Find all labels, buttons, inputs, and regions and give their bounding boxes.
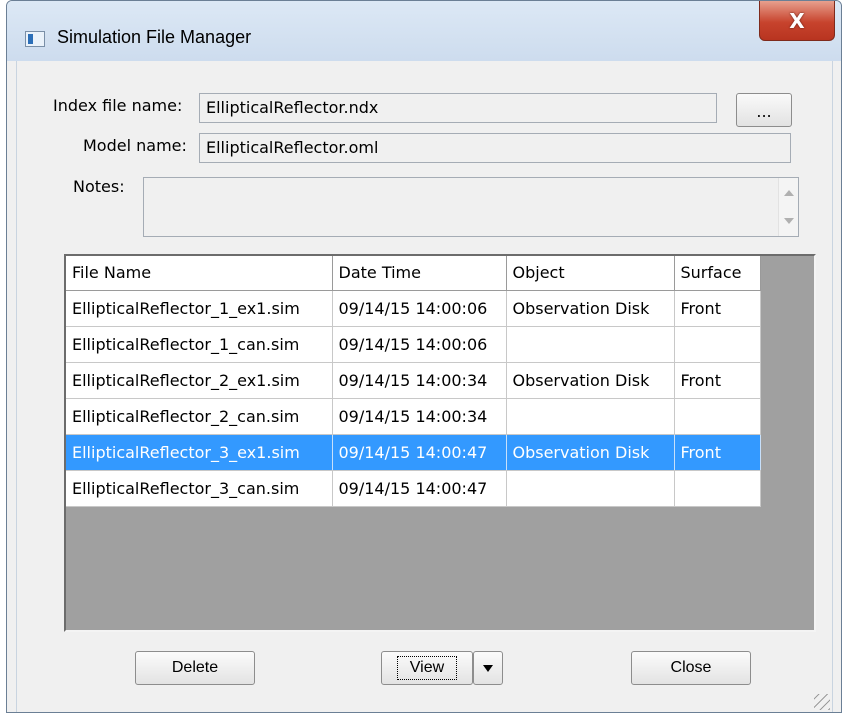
title-bar[interactable]: Simulation File Manager X — [7, 1, 841, 61]
close-button[interactable]: Close — [631, 651, 751, 685]
column-header-object[interactable]: Object — [506, 256, 675, 291]
cell-date-time: 09/14/15 14:00:34 — [332, 362, 507, 399]
cell-file-name: EllipticalReflector_1_ex1.sim — [66, 290, 333, 327]
cell-file-name: EllipticalReflector_2_ex1.sim — [66, 362, 333, 399]
table-row[interactable]: EllipticalReflector_1_can.sim 09/14/15 1… — [66, 326, 761, 363]
cell-object — [506, 326, 675, 363]
cell-object: Observation Disk — [506, 290, 675, 327]
column-header-date-time[interactable]: Date Time — [332, 256, 507, 291]
cell-surface: Front — [674, 290, 761, 327]
table-row-selected[interactable]: EllipticalReflector_3_ex1.sim 09/14/15 1… — [66, 434, 761, 471]
arrow-down-icon[interactable] — [784, 218, 794, 224]
cell-surface: Front — [674, 362, 761, 399]
cell-object: Observation Disk — [506, 434, 675, 471]
window-title: Simulation File Manager — [57, 27, 252, 47]
cell-surface: Front — [674, 434, 761, 471]
cell-surface — [674, 470, 761, 507]
table-body: EllipticalReflector_1_ex1.sim 09/14/15 1… — [66, 290, 761, 507]
browse-button[interactable]: ... — [736, 93, 792, 127]
view-button-label: View — [396, 656, 458, 680]
model-name-label: Model name: — [83, 136, 187, 155]
delete-button[interactable]: Delete — [135, 651, 255, 685]
cell-date-time: 09/14/15 14:00:06 — [332, 326, 507, 363]
table-header-row: File Name Date Time Object Surface — [66, 256, 761, 291]
index-file-field[interactable]: EllipticalReflector.ndx — [199, 93, 717, 123]
column-header-file-name[interactable]: File Name — [66, 256, 333, 291]
chevron-down-icon — [483, 664, 493, 672]
cell-date-time: 09/14/15 14:00:47 — [332, 470, 507, 507]
resize-grip-icon[interactable] — [814, 694, 830, 710]
cell-object — [506, 470, 675, 507]
view-button[interactable]: View — [381, 651, 473, 685]
simulation-file-manager-window: Simulation File Manager X Index file nam… — [6, 0, 842, 713]
close-window-button[interactable]: X — [759, 1, 835, 41]
table-row[interactable]: EllipticalReflector_2_ex1.sim 09/14/15 1… — [66, 362, 761, 399]
file-table: File Name Date Time Object Surface Ellip… — [66, 256, 761, 507]
cell-object: Observation Disk — [506, 362, 675, 399]
cell-surface — [674, 398, 761, 435]
cell-date-time: 09/14/15 14:00:34 — [332, 398, 507, 435]
table-row[interactable]: EllipticalReflector_2_can.sim 09/14/15 1… — [66, 398, 761, 435]
cell-object — [506, 398, 675, 435]
view-dropdown-button[interactable] — [473, 651, 503, 685]
file-list[interactable]: File Name Date Time Object Surface Ellip… — [64, 254, 816, 632]
index-file-label: Index file name: — [53, 96, 183, 115]
notes-label: Notes: — [73, 177, 125, 196]
cell-file-name: EllipticalReflector_3_can.sim — [66, 470, 333, 507]
cell-surface — [674, 326, 761, 363]
table-row[interactable]: EllipticalReflector_3_can.sim 09/14/15 1… — [66, 470, 761, 507]
notes-textarea[interactable] — [143, 177, 799, 237]
arrow-up-icon[interactable] — [784, 190, 794, 196]
model-name-field[interactable]: EllipticalReflector.oml — [199, 133, 791, 163]
cell-file-name: EllipticalReflector_1_can.sim — [66, 326, 333, 363]
table-row[interactable]: EllipticalReflector_1_ex1.sim 09/14/15 1… — [66, 290, 761, 327]
dialog-client-area: Index file name: EllipticalReflector.ndx… — [16, 61, 833, 712]
cell-date-time: 09/14/15 14:00:47 — [332, 434, 507, 471]
notes-scrollbar[interactable] — [778, 178, 798, 236]
cell-file-name: EllipticalReflector_2_can.sim — [66, 398, 333, 435]
column-header-surface[interactable]: Surface — [674, 256, 761, 291]
cell-file-name: EllipticalReflector_3_ex1.sim — [66, 434, 333, 471]
window-icon — [25, 31, 45, 47]
cell-date-time: 09/14/15 14:00:06 — [332, 290, 507, 327]
